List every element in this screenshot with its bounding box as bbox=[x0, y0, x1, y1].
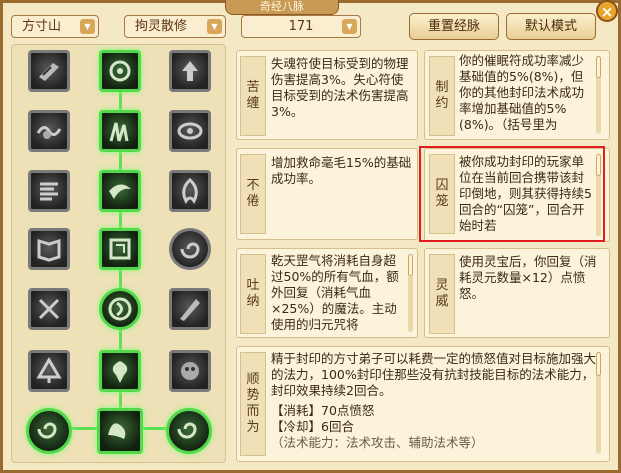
skill-slot[interactable] bbox=[28, 170, 70, 212]
skill-slot[interactable] bbox=[169, 50, 211, 92]
eye-icon bbox=[177, 122, 203, 140]
beast-icon bbox=[181, 362, 199, 380]
skill-slot[interactable] bbox=[28, 50, 70, 92]
seal-icon bbox=[109, 238, 131, 260]
selection-highlight bbox=[419, 146, 605, 242]
talent-description: 使用灵宝后，你回复（消耗灵元数量×12）点愤怒。 bbox=[459, 254, 597, 301]
level-value: 171 bbox=[288, 19, 314, 34]
scrollbar[interactable] bbox=[408, 254, 413, 332]
scrollbar-thumb[interactable] bbox=[596, 56, 601, 78]
talent-label: 苦缠 bbox=[240, 56, 266, 136]
book-icon bbox=[37, 238, 61, 262]
skill-slot[interactable] bbox=[169, 170, 211, 212]
spiral-icon bbox=[177, 422, 197, 439]
skill-slot[interactable] bbox=[28, 288, 70, 330]
tree-icon bbox=[36, 357, 62, 383]
dragon-icon bbox=[108, 423, 126, 439]
talent-description: 精于封印的方寸弟子可以耗费一定的愤怒值对目标施加强大的法力，100%封印住那些没… bbox=[271, 351, 597, 398]
level-dropdown[interactable]: 171 ▼ bbox=[241, 15, 361, 38]
skill-slot[interactable] bbox=[169, 288, 211, 330]
talent-note: （法术能力：法术攻击、辅助法术等） bbox=[271, 435, 484, 449]
cross-icon bbox=[38, 298, 60, 320]
skill-slot[interactable] bbox=[28, 228, 70, 270]
bird-icon bbox=[109, 184, 131, 199]
blade-icon bbox=[180, 299, 200, 321]
talent-description: 失魂符使目标受到的物理伤害提高3%。失心符使目标受到的法术伤害提高3%。 bbox=[271, 56, 409, 119]
moon-icon bbox=[108, 297, 132, 321]
chevron-down-icon[interactable]: ▼ bbox=[342, 19, 357, 34]
talent-label: 顺势而为 bbox=[240, 352, 266, 456]
scrollbar[interactable] bbox=[596, 56, 601, 134]
path-value: 拘灵散修 bbox=[135, 19, 188, 34]
skill-slot-active[interactable] bbox=[99, 228, 141, 270]
swirl-icon bbox=[180, 242, 200, 259]
talent-label: 制约 bbox=[429, 56, 455, 136]
talisman-icon bbox=[39, 63, 59, 81]
scrollbar-thumb[interactable] bbox=[408, 254, 413, 276]
talent-description: 乾天罡气将消耗自身超过50%的所有气血，额外回复（消耗气血×25%）的魔法。主动… bbox=[271, 253, 399, 332]
skill-slot-active[interactable] bbox=[99, 50, 141, 92]
close-button[interactable]: × bbox=[596, 0, 618, 22]
scrollbar[interactable] bbox=[596, 352, 601, 454]
skill-slot-active[interactable] bbox=[99, 288, 141, 330]
skill-slot-active[interactable] bbox=[26, 408, 72, 454]
talent-description: 你的催眠符成功率减少基础值的5%(8%)，但你的其他封印法术成功率增加基础值的5… bbox=[459, 53, 585, 132]
reset-meridian-button[interactable]: 重置经脉 bbox=[409, 13, 499, 40]
talent-label: 灵威 bbox=[429, 254, 455, 334]
flame-icon bbox=[182, 177, 198, 204]
chevron-down-icon[interactable]: ▼ bbox=[80, 19, 95, 34]
skill-slot[interactable] bbox=[28, 110, 70, 152]
close-icon: × bbox=[600, 3, 614, 21]
flower-icon bbox=[109, 60, 131, 82]
arrow-up-icon bbox=[182, 61, 198, 81]
chevron-down-icon[interactable]: ▼ bbox=[207, 19, 222, 34]
wave-icon bbox=[36, 126, 62, 139]
phoenix-icon bbox=[112, 361, 128, 383]
grass-icon bbox=[109, 122, 129, 142]
skill-slot[interactable] bbox=[28, 350, 70, 392]
school-dropdown[interactable]: 方寸山 ▼ bbox=[11, 15, 99, 38]
default-mode-button[interactable]: 默认模式 bbox=[506, 13, 596, 40]
spiral-icon bbox=[37, 422, 57, 439]
window-title: 奇经八脉 bbox=[225, 0, 339, 15]
path-dropdown[interactable]: 拘灵散修 ▼ bbox=[124, 15, 226, 38]
talent-label: 不倦 bbox=[240, 154, 266, 234]
skill-slot-active[interactable] bbox=[166, 408, 212, 454]
talent-cooldown: 【冷却】6回合 bbox=[271, 419, 354, 434]
school-value: 方寸山 bbox=[22, 19, 62, 34]
skill-slot[interactable] bbox=[169, 110, 211, 152]
skill-slot-active[interactable] bbox=[99, 110, 141, 152]
scrollbar-thumb[interactable] bbox=[596, 352, 601, 376]
skill-slot[interactable] bbox=[169, 228, 211, 270]
talent-cost: 【消耗】70点愤怒 bbox=[271, 403, 375, 418]
talent-description: 增加救命毫毛15%的基础成功率。 bbox=[271, 155, 412, 186]
skill-slot-active[interactable] bbox=[97, 408, 143, 454]
skill-slot[interactable] bbox=[169, 350, 211, 392]
skill-slot-active[interactable] bbox=[99, 350, 141, 392]
skill-slot-active[interactable] bbox=[99, 170, 141, 212]
scroll-icon bbox=[40, 182, 58, 201]
talent-label: 吐纳 bbox=[240, 254, 266, 334]
